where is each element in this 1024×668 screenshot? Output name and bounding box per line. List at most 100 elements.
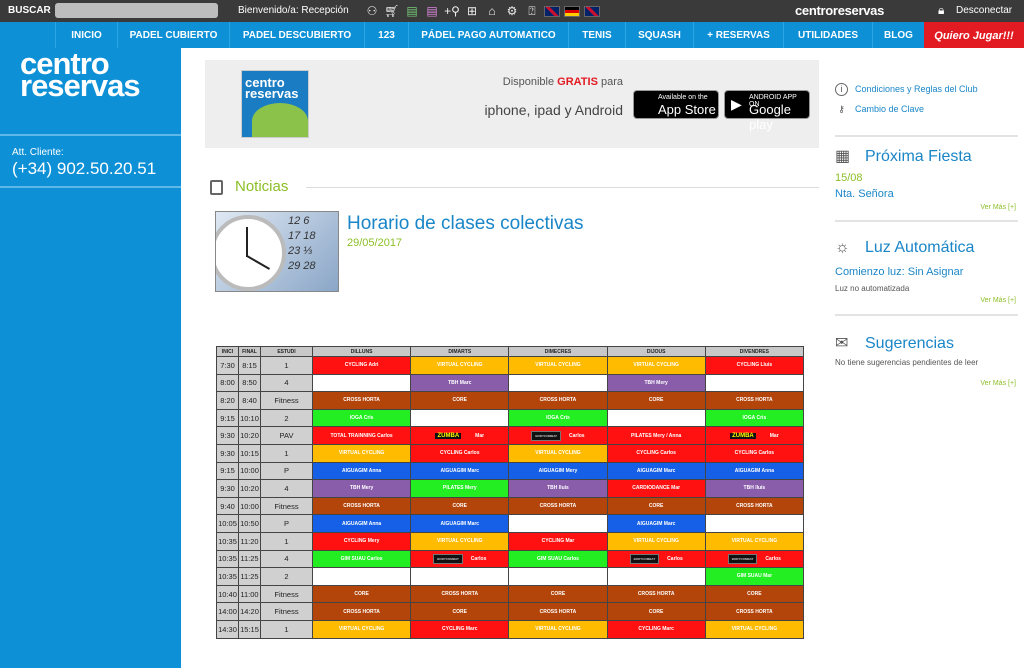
store-icon[interactable]: ▤ [404, 3, 420, 19]
schedule-class-label: AIGUAGIM Marc [440, 467, 480, 474]
sugerencias-ver-mas-link[interactable]: Ver Más [+] [980, 380, 1016, 387]
nav-inicio[interactable]: INICIO [55, 22, 117, 48]
schedule-class-cell: CYCLING Carlos [704, 443, 805, 463]
fiesta-name: Nta. Señora [835, 188, 894, 200]
lightbulb-icon: ☼ [835, 239, 850, 256]
schedule-class-cell: VIRTUAL CYCLING [311, 619, 412, 639]
schedule-class-label: AIGUAGIM Mery [538, 467, 578, 474]
schedule-class-label: VIRTUAL CYCLING [437, 362, 483, 369]
disponible-text: Disponible GRATIS para [502, 76, 623, 88]
schedule-class-cell: VIRTUAL CYCLING [606, 356, 706, 375]
schedule-start: 10:35 [216, 549, 239, 569]
lock-icon: 🔒︎ [938, 3, 945, 17]
app-store-button[interactable]: Available on the App Store [633, 90, 719, 119]
schedule-class-cell: TBH lluís [508, 479, 608, 498]
schedule-start: 9:30 [216, 426, 239, 445]
schedule-class-cell: VIRTUAL CYCLING [508, 443, 608, 463]
nav-reservas[interactable]: + RESERVAS [693, 22, 783, 48]
cart-icon[interactable]: 🛒︎ [384, 3, 400, 19]
nav-padel-cubierto[interactable]: PADEL CUBIERTO [117, 22, 229, 48]
schedule-class-label: VIRTUAL CYCLING [633, 362, 679, 369]
sidebar-divider [0, 134, 181, 136]
gift-icon[interactable]: ⊞ [464, 3, 480, 19]
schedule-class-cell: ZUMBA Mar [704, 426, 805, 445]
schedule-end: 10:00 [238, 496, 261, 516]
zumba-logo-icon: ZUMBA [730, 432, 756, 439]
schedule-end: 10:15 [238, 443, 261, 463]
brand-logo-small[interactable]: centroreservas [795, 3, 884, 18]
luz-ver-mas-link[interactable]: Ver Más [+] [980, 297, 1016, 304]
news-title-link[interactable]: Horario de clases colectivas [347, 213, 584, 235]
google-play-button[interactable]: ▶ ANDROID APP ON Google play [724, 90, 810, 132]
logout-link[interactable]: Desconectar [956, 5, 1012, 16]
change-password-link[interactable]: ⚷ Cambio de Clave [835, 104, 924, 117]
schedule-class-label: CYCLING Marc [638, 626, 674, 633]
schedule-class-label: VIRTUAL CYCLING [338, 450, 385, 457]
settings-icon[interactable]: ⚙ [504, 3, 520, 19]
schedule-class-cell: GIM SUAU Carlos [508, 549, 608, 569]
schedule-class-cell: IOGA Cris [508, 408, 608, 428]
nav-squash[interactable]: SQUASH [625, 22, 693, 48]
schedule-row: 14:30 15:15 1 VIRTUAL CYCLING CYCLING Marc VI… [216, 619, 805, 639]
question-icon[interactable]: ⍰ [524, 3, 540, 19]
noticias-divider [306, 187, 819, 188]
schedule-class-label: GIM SUAU Mar [736, 573, 773, 580]
schedule-class-label: CROSS HORTA [736, 608, 773, 615]
schedule-class-label: Carlos [470, 555, 487, 562]
schedule-class-cell: CROSS HORTA [508, 602, 608, 621]
schedule-row: 8:20 8:40 Fitness CROSS HORTA CORE CROSS HORT… [216, 391, 805, 410]
rules-link[interactable]: i Condiciones y Reglas del Club [835, 83, 978, 96]
schedule-class-cell: BODYCOMBAT Carlos [606, 549, 706, 569]
schedule-row: 10:40 11:00 Fitness CORE CROSS HORTA CORE CROS… [216, 584, 805, 604]
play-icon: ▶ [731, 96, 742, 112]
schedule-class-cell [704, 373, 805, 393]
schedule-class-label: TBH Mery [644, 379, 668, 386]
schedule-class-label: CARDIODANCE Mar [632, 485, 681, 492]
schedule-class-label: TBH Mery [349, 485, 374, 492]
info-icon: i [835, 83, 848, 96]
schedule-class-cell: CYCLING Lluis [704, 356, 805, 375]
schedule-class-label: VIRTUAL CYCLING [535, 626, 581, 633]
schedule-class-cell: CROSS HORTA [508, 391, 608, 410]
nav-tenis[interactable]: TENIS [568, 22, 625, 48]
tag-icon[interactable]: ⌂ [484, 3, 500, 19]
schedule-room: Fitness [260, 391, 313, 410]
schedule-class-cell [410, 408, 510, 428]
schedule-class-label: CROSS HORTA [539, 503, 577, 510]
schedule-class-label: VIRTUAL CYCLING [338, 626, 385, 633]
shop-icon[interactable]: ▤ [424, 3, 440, 19]
schedule-row: 14:00 14:20 Fitness CROSS HORTA CORE CROSS HO… [216, 602, 805, 621]
schedule-end: 14:20 [238, 602, 261, 621]
news-thumbnail[interactable]: 12 6 17 18 23 ⅓ 29 28 [215, 211, 339, 292]
flag-uk-icon[interactable] [544, 6, 560, 17]
nav-blog[interactable]: BLOG [872, 22, 924, 48]
schedule-class-label: AIGUAGIM Anna [341, 467, 382, 474]
schedule-class-label: GIM SUAU Carlos [536, 555, 579, 562]
schedule-class-cell: BODYCOMBAT Carlos [410, 549, 510, 569]
toolbar-icons: ⚇ 🛒︎ ▤ ▤ +⚲ ⊞ ⌂ ⚙ ⍰ [364, 3, 600, 19]
sidebar-divider-2 [0, 186, 181, 188]
schedule-header: ESTUDI [260, 346, 313, 357]
flag-uk-icon-2[interactable] [584, 6, 600, 17]
schedule-end: 11:20 [238, 531, 261, 551]
nav-utilidades[interactable]: UTILIDADES [783, 22, 872, 48]
users-icon[interactable]: ⚇ [364, 3, 380, 19]
schedule-class-cell: IOGA Cris [704, 408, 805, 428]
fiesta-date: 15/08 [835, 172, 863, 184]
search-input[interactable] [55, 3, 218, 18]
schedule-class-cell: GIM SUAU Carlos [311, 549, 412, 569]
nav-123[interactable]: 123 [364, 22, 408, 48]
add-user-icon[interactable]: +⚲ [444, 3, 460, 19]
schedule-class-label: Carlos [765, 555, 781, 562]
quiero-jugar-button[interactable]: Quiero Jugar!!! [924, 22, 1024, 48]
schedule-class-cell: CORE [311, 584, 412, 604]
schedule-class-label: VIRTUAL CYCLING [437, 538, 483, 545]
nav-padel-pago[interactable]: PÁDEL PAGO AUTOMATICO [408, 22, 568, 48]
logo-line2: reservas [20, 68, 141, 103]
nav-padel-descubierto[interactable]: PADEL DESCUBIERTO [229, 22, 364, 48]
schedule-room: P [260, 461, 313, 481]
schedule-class-label: CYCLING Lluis [736, 362, 773, 369]
fiesta-ver-mas-link[interactable]: Ver Más [+] [980, 204, 1016, 211]
schedule-class-label: VIRTUAL CYCLING [731, 538, 778, 545]
flag-de-icon[interactable] [564, 6, 580, 17]
